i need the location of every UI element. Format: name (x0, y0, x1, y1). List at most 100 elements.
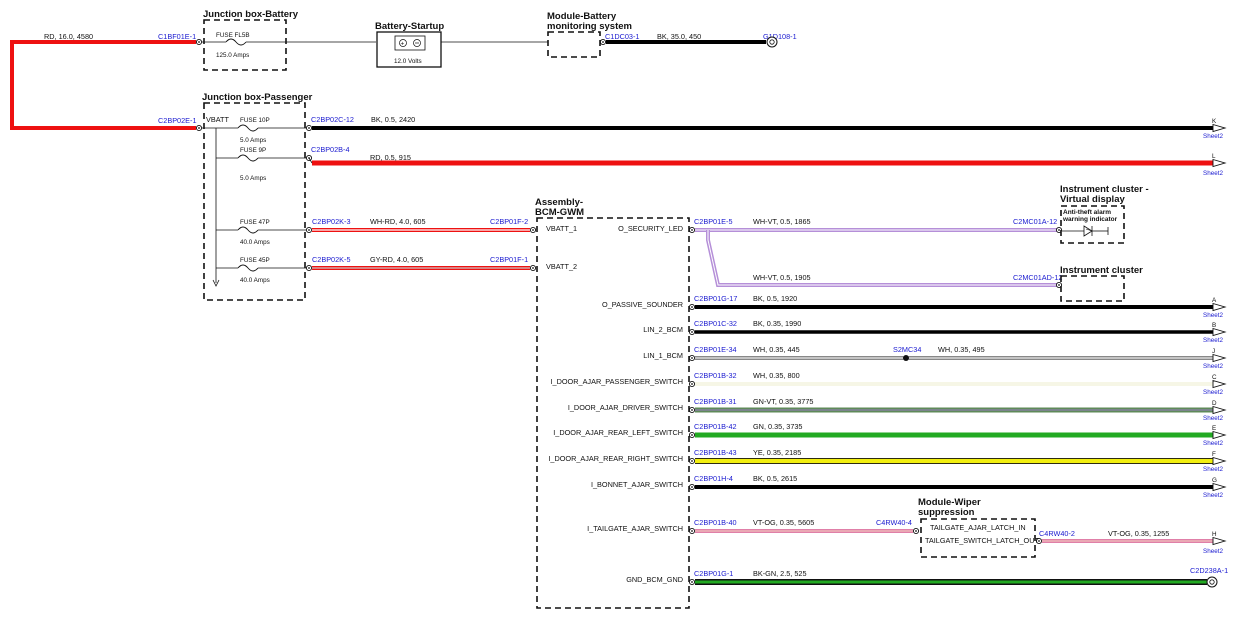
sheet-link[interactable]: Sheet2 (1203, 363, 1223, 370)
wire-k: C2BP02C-12 BK, 0.5, 2420 K Sheet2 (305, 115, 1226, 140)
fuse-10p-amps: 5.0 Amps (240, 137, 266, 144)
splice-s2mc34: S2MC34 (893, 345, 921, 354)
fuse-10p: FUSE 10P 5.0 Amps (237, 117, 309, 144)
fuse-9p: FUSE 9P 5.0 Amps (237, 147, 309, 182)
junction-box-passenger: Junction box-Passenger C2BP02E-1 VBATT F… (158, 92, 313, 301)
wire-vbatt-1: C2BP02K-3 WH-RD, 4.0, 605 C2BP01F-2 (305, 217, 537, 234)
connector-c2bp01b-31: C2BP01B-31 (694, 397, 737, 406)
connector-c2bp02k-3: C2BP02K-3 (312, 217, 351, 226)
wire-d-label: GN-VT, 0.35, 3775 (753, 397, 813, 406)
wire-sec-2-label: WH-VT, 0.5, 1905 (753, 273, 811, 282)
ground-icon (1206, 576, 1218, 588)
pin-wiper-out: TAILGATE_SWITCH_LATCH_OUT (925, 536, 1039, 545)
wire-a: C2BP01G-17 BK, 0.5, 1920 A Sheet2 (688, 294, 1226, 319)
wire-j2-label: WH, 0.35, 495 (938, 345, 985, 354)
wire-f45-label: GY-RD, 4.0, 605 (370, 255, 423, 264)
battery-volts: 12.0 Volts (394, 58, 422, 65)
fuse-symbol-icon (237, 226, 259, 234)
battery-section: RD, 16.0, 4580 C1BF01E-1 Junction box-Ba… (10, 9, 797, 130)
instrument-cluster: Instrument cluster (1060, 265, 1143, 302)
fuse-fl5b-label: FUSE FL5B (216, 32, 250, 39)
connector-c2bp01b-32: C2BP01B-32 (694, 371, 737, 380)
battery-ground-wire-label: BK, 35.0, 450 (657, 32, 701, 41)
ic-title: Instrument cluster (1060, 265, 1143, 276)
wire-vbatt-2: C2BP02K-5 GY-RD, 4.0, 605 C2BP01F-1 (305, 255, 537, 272)
pin-door-rear-left: I_DOOR_AJAR_REAR_LEFT_SWITCH (553, 428, 683, 437)
sheet-link[interactable]: Sheet2 (1203, 548, 1223, 555)
wire-j1-label: WH, 0.35, 445 (753, 345, 800, 354)
fuse-symbol-icon (237, 264, 259, 272)
connector-c2bp01b-43: C2BP01B-43 (694, 448, 737, 457)
connector-c2bp01b-40: C2BP01B-40 (694, 518, 737, 527)
pin-o-passive-sounder: O_PASSIVE_SOUNDER (602, 300, 683, 309)
connector-c2bp02c-12: C2BP02C-12 (311, 115, 354, 124)
sheet-link[interactable]: Sheet2 (1203, 466, 1223, 473)
sheet-ref-d: D (1212, 400, 1217, 407)
sheet-link[interactable]: Sheet2 (1203, 440, 1223, 447)
ground-icon (766, 36, 778, 48)
connector-c2bp02k-5: C2BP02K-5 (312, 255, 351, 264)
wire-gnd-label: BK-GN, 2.5, 525 (753, 569, 807, 578)
bcm-title-2: BCM-GWM (535, 207, 584, 218)
wire-e: C2BP01B-42 GN, 0.35, 3735 E Sheet2 (688, 422, 1226, 447)
connector-c2bp01g-1: C2BP01G-1 (694, 569, 733, 578)
pin-lin-2-bcm: LIN_2_BCM (643, 325, 683, 334)
junction-box-battery-title: Junction box-Battery (203, 9, 299, 20)
ic-box (1060, 275, 1125, 302)
fuse-symbol-icon (225, 38, 247, 46)
ic-virtual-note-2: warning indicator (1062, 216, 1118, 223)
bcm-box (536, 217, 690, 609)
pin-door-driver: I_DOOR_AJAR_DRIVER_SWITCH (568, 403, 683, 412)
wire-b: C2BP01C-32 BK, 0.35, 1990 B Sheet2 (688, 319, 1226, 344)
fuse-symbol-icon (237, 154, 259, 162)
battery-main-wire-label: RD, 16.0, 4580 (44, 32, 93, 41)
fuse-47p-amps: 40.0 Amps (240, 239, 270, 246)
fuse-45p: FUSE 45P 40.0 Amps (237, 257, 309, 284)
connector-c2bp02e-1: C2BP02E-1 (158, 116, 197, 125)
fuse-symbol-icon (237, 124, 259, 132)
connector-c2bp01b-42: C2BP01B-42 (694, 422, 737, 431)
pin-tailgate: I_TAILGATE_AJAR_SWITCH (587, 524, 683, 533)
connector-c2mc01ad-12: C2MC01AD-12 (1013, 273, 1062, 282)
sheet-link[interactable]: Sheet2 (1203, 389, 1223, 396)
sheet-link[interactable]: Sheet2 (1203, 312, 1223, 319)
pin-gnd: GND_BCM_GND (626, 575, 683, 584)
connector-c2bp01g-17: C2BP01G-17 (694, 294, 737, 303)
pin-o-security-led: O_SECURITY_LED (618, 224, 683, 233)
module-battery-title-2: monitoring system (547, 21, 632, 32)
fuse-45p-label: FUSE 45P (240, 257, 270, 264)
wire-d: C2BP01B-31 GN-VT, 0.35, 3775 D Sheet2 (688, 397, 1226, 422)
wire-security-led: C2BP01E-5 WH-VT, 0.5, 1865 WH-VT, 0.5, 1… (688, 217, 1062, 289)
pin-wiper-in: TAILGATE_AJAR_LATCH_IN (930, 523, 1026, 532)
pin-bonnet: I_BONNET_AJAR_SWITCH (591, 480, 683, 489)
connector-c1dc03-1: C1DC03-1 (605, 32, 639, 41)
sheet-link[interactable]: Sheet2 (1203, 133, 1223, 140)
pin-lin-1-bcm: LIN_1_BCM (643, 351, 683, 360)
sheet-ref-k: K (1212, 118, 1217, 125)
fuse-fl5b-amps: 125.0 Amps (216, 52, 249, 59)
sheet-ref-h: H (1212, 531, 1217, 538)
connector-c4rw40-2: C4RW40-2 (1039, 529, 1075, 538)
sheet-ref-l: L (1212, 153, 1216, 160)
pin-vbatt-2: VBATT_2 (546, 262, 577, 271)
wire-f47-label: WH-RD, 4.0, 605 (370, 217, 426, 226)
wire-h2-label: VT-OG, 0.35, 1255 (1108, 529, 1169, 538)
sheet-link[interactable]: Sheet2 (1203, 492, 1223, 499)
wire-sec-1-label: WH-VT, 0.5, 1865 (753, 217, 811, 226)
sheet-link[interactable]: Sheet2 (1203, 337, 1223, 344)
sheet-ref-j: J (1212, 348, 1215, 355)
fuse-10p-label: FUSE 10P (240, 117, 270, 124)
fuse-47p-label: FUSE 47P (240, 219, 270, 226)
wire-l: C2BP02B-4 RD, 0.5, 915 L Sheet2 (305, 145, 1226, 177)
vbatt-label: VBATT (206, 115, 230, 124)
sheet-link[interactable]: Sheet2 (1203, 170, 1223, 177)
wire-g: C2BP01H-4 BK, 0.5, 2615 G Sheet2 (688, 474, 1226, 499)
junction-box-battery (203, 19, 287, 71)
connector-c1bf01e-1: C1BF01E-1 (158, 32, 196, 41)
sheet-link[interactable]: Sheet2 (1203, 415, 1223, 422)
sheet-ref-g: G (1212, 477, 1217, 484)
ic-virtual-note-1: Anti-theft alarm (1063, 209, 1111, 216)
sheet-ref-a: A (1212, 297, 1217, 304)
pin-vbatt-1: VBATT_1 (546, 224, 577, 233)
pin-door-passenger: I_DOOR_AJAR_PASSENGER_SWITCH (551, 377, 683, 386)
